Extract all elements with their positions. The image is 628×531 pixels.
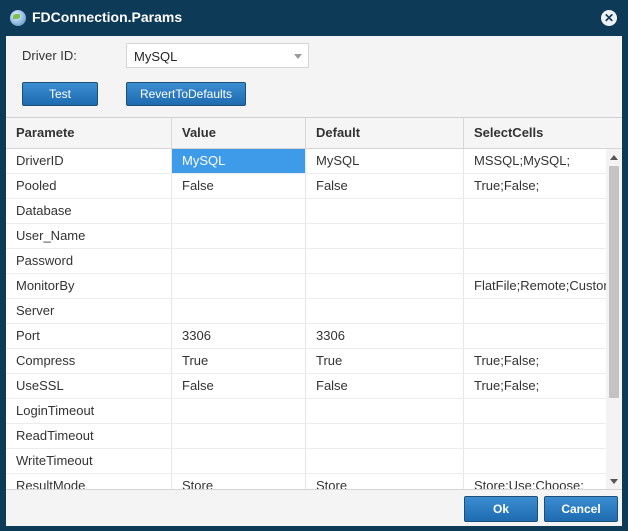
grid-body: DriverID MySQL MySQL MSSQL;MySQL; Pooled Fals… [6, 149, 606, 490]
dialog-footer: Ok Cancel [6, 489, 622, 526]
table-row[interactable]: Port 3306 3306 [6, 324, 606, 349]
cell-parameter[interactable]: ReadTimeout [6, 424, 172, 448]
table-row[interactable]: DriverID MySQL MySQL MSSQL;MySQL; [6, 149, 606, 174]
cell-value[interactable] [172, 449, 306, 473]
dialog-window: FDConnection.Params ✕ Driver ID: MySQL T… [0, 0, 628, 531]
table-row[interactable]: Database [6, 199, 606, 224]
cell-value[interactable] [172, 249, 306, 273]
cell-value[interactable]: MySQL [172, 149, 306, 173]
column-header-parameter[interactable]: Paramete [6, 118, 172, 148]
globe-icon [10, 10, 26, 26]
cell-parameter[interactable]: Server [6, 299, 172, 323]
grid-header: Paramete Value Default SelectCells [6, 118, 622, 149]
table-row[interactable]: Pooled False False True;False; [6, 174, 606, 199]
driver-id-label: Driver ID: [22, 48, 77, 63]
cell-value[interactable] [172, 399, 306, 423]
cell-parameter[interactable]: Pooled [6, 174, 172, 198]
cell-selectcells[interactable] [464, 424, 606, 448]
cell-default[interactable] [306, 299, 464, 323]
cell-value[interactable]: True [172, 349, 306, 373]
cell-value[interactable] [172, 199, 306, 223]
table-row[interactable]: UseSSL False False True;False; [6, 374, 606, 399]
cell-selectcells[interactable] [464, 199, 606, 223]
cell-parameter[interactable]: ResultMode [6, 474, 172, 490]
cell-value[interactable] [172, 424, 306, 448]
cell-value[interactable]: False [172, 374, 306, 398]
table-row[interactable]: ResultMode Store Store Store;Use;Choose; [6, 474, 606, 490]
revert-to-defaults-button[interactable]: RevertToDefaults [126, 82, 246, 106]
cell-value[interactable] [172, 299, 306, 323]
cell-default[interactable]: False [306, 374, 464, 398]
title-bar[interactable]: FDConnection.Params ✕ [0, 0, 628, 36]
cell-selectcells[interactable]: True;False; [464, 174, 606, 198]
cell-parameter[interactable]: MonitorBy [6, 274, 172, 298]
cell-default[interactable]: False [306, 174, 464, 198]
cell-selectcells[interactable]: True;False; [464, 374, 606, 398]
cell-parameter[interactable]: LoginTimeout [6, 399, 172, 423]
table-row[interactable]: Compress True True True;False; [6, 349, 606, 374]
cell-default[interactable] [306, 249, 464, 273]
column-header-selectcells[interactable]: SelectCells [464, 118, 622, 148]
window-title: FDConnection.Params [32, 9, 183, 25]
scroll-down-icon[interactable] [610, 479, 618, 484]
table-row[interactable]: User_Name [6, 224, 606, 249]
test-button[interactable]: Test [22, 82, 98, 106]
cell-value[interactable]: 3306 [172, 324, 306, 348]
cell-selectcells[interactable] [464, 449, 606, 473]
cell-default[interactable] [306, 399, 464, 423]
driver-id-value: MySQL [134, 49, 178, 64]
cell-default[interactable] [306, 424, 464, 448]
cell-default[interactable] [306, 449, 464, 473]
cell-default[interactable]: MySQL [306, 149, 464, 173]
cell-parameter[interactable]: Database [6, 199, 172, 223]
cell-default[interactable]: Store [306, 474, 464, 490]
cell-default[interactable]: True [306, 349, 464, 373]
driver-id-select[interactable]: MySQL [126, 43, 309, 68]
cell-default[interactable] [306, 274, 464, 298]
table-row[interactable]: Server [6, 299, 606, 324]
scroll-up-icon[interactable] [610, 155, 618, 160]
scrollbar-thumb[interactable] [609, 166, 619, 398]
cell-selectcells[interactable] [464, 324, 606, 348]
cell-parameter[interactable]: Password [6, 249, 172, 273]
cell-selectcells[interactable]: FlatFile;Remote;Custom; [464, 274, 606, 298]
cell-selectcells[interactable] [464, 224, 606, 248]
cell-default[interactable] [306, 199, 464, 223]
table-row[interactable]: ReadTimeout [6, 424, 606, 449]
cell-selectcells[interactable]: Store;Use;Choose; [464, 474, 606, 490]
cell-parameter[interactable]: Port [6, 324, 172, 348]
cell-default[interactable]: 3306 [306, 324, 464, 348]
column-header-value[interactable]: Value [172, 118, 306, 148]
cell-value[interactable] [172, 224, 306, 248]
cell-selectcells[interactable] [464, 299, 606, 323]
params-grid: Paramete Value Default SelectCells Drive… [6, 117, 622, 490]
cell-selectcells[interactable]: MSSQL;MySQL; [464, 149, 606, 173]
table-row[interactable]: MonitorBy FlatFile;Remote;Custom; [6, 274, 606, 299]
cell-parameter[interactable]: User_Name [6, 224, 172, 248]
cell-default[interactable] [306, 224, 464, 248]
column-header-default[interactable]: Default [306, 118, 464, 148]
cell-value[interactable] [172, 274, 306, 298]
cell-value[interactable]: Store [172, 474, 306, 490]
cell-parameter[interactable]: WriteTimeout [6, 449, 172, 473]
ok-button[interactable]: Ok [464, 496, 538, 522]
cell-parameter[interactable]: UseSSL [6, 374, 172, 398]
chevron-down-icon[interactable] [294, 54, 302, 59]
table-row[interactable]: LoginTimeout [6, 399, 606, 424]
close-icon[interactable]: ✕ [601, 10, 617, 26]
cell-selectcells[interactable] [464, 399, 606, 423]
dialog-body: Driver ID: MySQL Test RevertToDefaults P… [6, 36, 622, 526]
table-row[interactable]: WriteTimeout [6, 449, 606, 474]
table-row[interactable]: Password [6, 249, 606, 274]
cell-value[interactable]: False [172, 174, 306, 198]
cell-parameter[interactable]: Compress [6, 349, 172, 373]
cancel-button[interactable]: Cancel [544, 496, 618, 522]
cell-selectcells[interactable] [464, 249, 606, 273]
cell-parameter[interactable]: DriverID [6, 149, 172, 173]
vertical-scrollbar[interactable] [606, 149, 622, 490]
cell-selectcells[interactable]: True;False; [464, 349, 606, 373]
